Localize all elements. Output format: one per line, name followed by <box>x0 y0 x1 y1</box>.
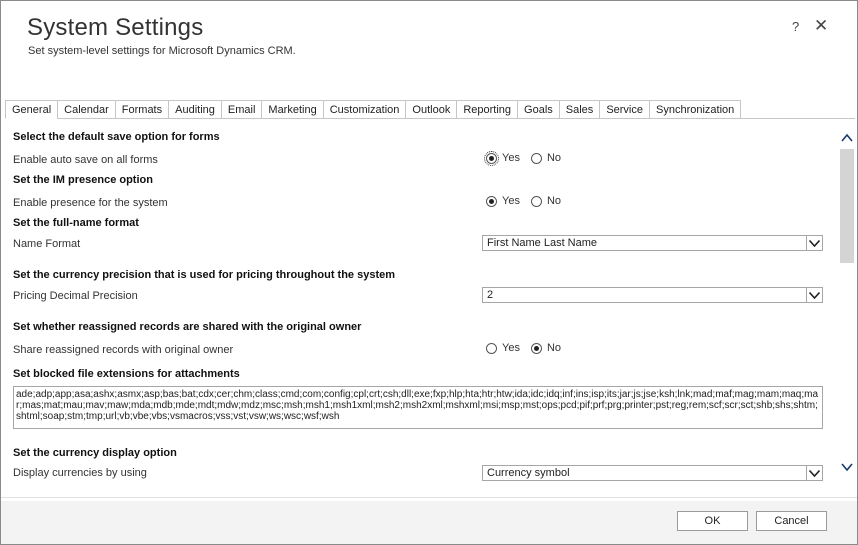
radio-circle <box>530 195 542 207</box>
scrollbar-thumb[interactable] <box>840 149 854 263</box>
vertical-scrollbar[interactable] <box>839 127 855 479</box>
section-heading-fullname: Set the full-name format <box>13 217 139 229</box>
tab-customization[interactable]: Customization <box>322 100 406 119</box>
radio-presence-no[interactable]: No <box>530 195 562 207</box>
dialog-subtitle: Set system-level settings for Microsoft … <box>28 45 296 57</box>
pricing-precision-select[interactable]: 2 <box>482 287 823 303</box>
settings-content: Select the default save option for forms… <box>5 120 839 488</box>
chevron-down-icon <box>806 236 822 250</box>
section-heading-autosave: Select the default save option for forms <box>13 131 220 143</box>
tab-goals[interactable]: Goals <box>517 100 559 119</box>
radio-circle <box>486 195 497 207</box>
tab-auditing[interactable]: Auditing <box>168 100 221 119</box>
radio-label: No <box>546 195 562 207</box>
tab-email[interactable]: Email <box>220 100 262 119</box>
radio-circle <box>530 152 542 164</box>
label-reassigned: Share reassigned records with original o… <box>13 344 234 356</box>
tab-marketing[interactable]: Marketing <box>261 100 323 119</box>
radio-label: Yes <box>502 152 520 164</box>
currency-display-value: Currency symbol <box>487 467 570 479</box>
help-icon[interactable]: ? <box>792 19 799 34</box>
section-heading-presence: Set the IM presence option <box>13 174 153 186</box>
label-presence: Enable presence for the system <box>13 197 168 209</box>
radio-autosave-yes[interactable]: Yes <box>484 150 520 166</box>
radio-label: No <box>546 152 562 164</box>
ok-button[interactable]: OK <box>677 511 748 531</box>
tab-reporting[interactable]: Reporting <box>456 100 518 119</box>
chevron-down-icon[interactable] <box>839 460 855 474</box>
radio-circle <box>530 342 542 354</box>
tab-synchronization[interactable]: Synchronization <box>649 100 742 119</box>
radio-label: Yes <box>502 342 520 354</box>
chevron-up-icon[interactable] <box>839 131 855 145</box>
name-format-value: First Name Last Name <box>487 237 598 249</box>
radio-group-reassigned: Yes No <box>486 342 572 354</box>
blocked-extensions-textarea[interactable]: ade;adp;app;asa;ashx;asmx;asp;bas;bat;cd… <box>13 386 823 429</box>
tab-calendar[interactable]: Calendar <box>57 100 115 119</box>
radio-reassigned-no[interactable]: No <box>530 342 562 354</box>
tab-sales[interactable]: Sales <box>558 100 600 119</box>
currency-display-select[interactable]: Currency symbol <box>482 465 823 481</box>
radio-label: No <box>546 342 562 354</box>
settings-tabs: General Calendar Formats Auditing Email … <box>5 100 855 119</box>
footer-divider <box>1 497 857 498</box>
label-name-format: Name Format <box>13 238 81 250</box>
radio-label: Yes <box>502 195 520 207</box>
chevron-down-icon <box>806 466 822 480</box>
tab-formats[interactable]: Formats <box>114 100 169 119</box>
section-heading-blocked: Set blocked file extensions for attachme… <box>13 368 240 380</box>
cancel-button[interactable]: Cancel <box>756 511 827 531</box>
dialog-footer: OK Cancel <box>1 501 857 544</box>
tab-outlook[interactable]: Outlook <box>405 100 457 119</box>
section-heading-currency-precision: Set the currency precision that is used … <box>13 269 396 281</box>
name-format-select[interactable]: First Name Last Name <box>482 235 823 251</box>
radio-circle <box>484 150 499 166</box>
section-heading-reassigned: Set whether reassigned records are share… <box>13 321 362 333</box>
tab-general[interactable]: General <box>5 100 58 119</box>
radio-reassigned-yes[interactable]: Yes <box>486 342 520 354</box>
close-icon[interactable]: ✕ <box>814 16 828 36</box>
label-autosave: Enable auto save on all forms <box>13 154 158 166</box>
pricing-precision-value: 2 <box>487 289 494 301</box>
radio-group-presence: Yes No <box>486 195 572 207</box>
label-currency-display: Display currencies by using <box>13 467 147 479</box>
label-pricing-precision: Pricing Decimal Precision <box>13 290 138 302</box>
radio-group-autosave: Yes No <box>484 150 572 166</box>
tab-service[interactable]: Service <box>599 100 649 119</box>
section-heading-currency-display: Set the currency display option <box>13 447 177 459</box>
chevron-down-icon <box>806 288 822 302</box>
radio-circle <box>486 342 497 354</box>
radio-autosave-no[interactable]: No <box>530 152 562 164</box>
system-settings-dialog: System Settings Set system-level setting… <box>0 0 858 545</box>
radio-presence-yes[interactable]: Yes <box>486 195 520 207</box>
dialog-title: System Settings <box>27 14 204 41</box>
